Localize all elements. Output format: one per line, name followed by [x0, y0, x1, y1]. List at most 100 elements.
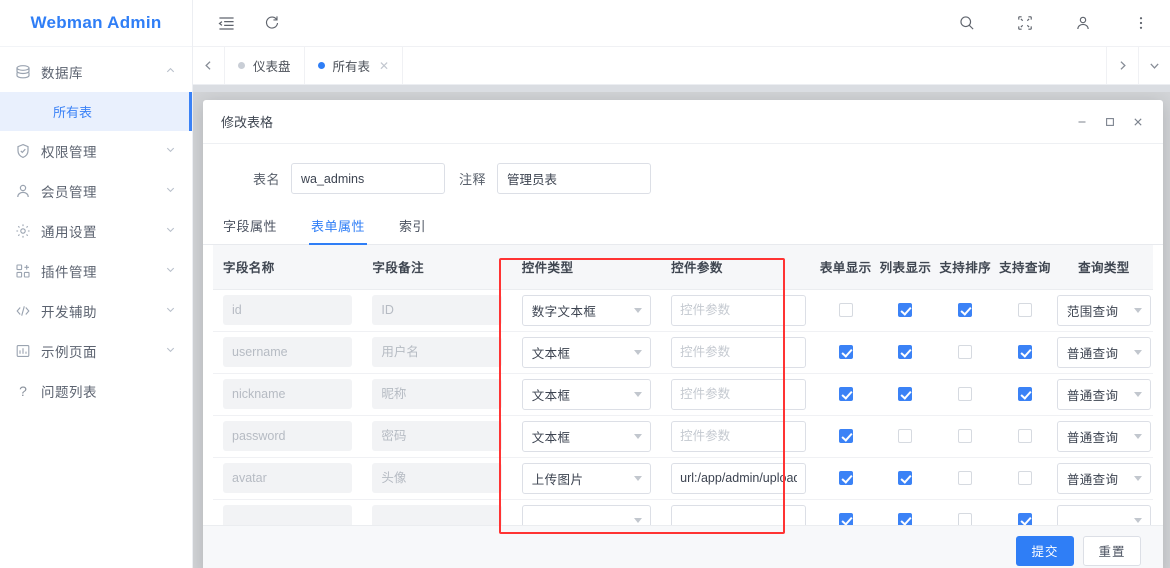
form-show-checkbox[interactable]: [838, 386, 853, 401]
maximize-icon[interactable]: [1098, 110, 1122, 134]
field-remark-input[interactable]: [372, 421, 502, 451]
query-type-select[interactable]: 普通查询: [1056, 420, 1151, 452]
field-name-input[interactable]: [223, 505, 353, 525]
comment-input[interactable]: [497, 163, 651, 194]
field-remark-input[interactable]: [372, 505, 502, 525]
form-show-checkbox[interactable]: [838, 428, 853, 443]
cell-widget-type: 文本框: [511, 415, 662, 458]
sidebar-item-permissions[interactable]: 权限管理: [0, 131, 192, 171]
widget-type-select[interactable]: 文本框: [521, 378, 652, 410]
sidebar-item-general-settings[interactable]: 通用设置: [0, 211, 192, 251]
sidebar-item-label: 插件管理: [41, 265, 97, 280]
tab-dropdown-button[interactable]: [1138, 47, 1170, 84]
list-show-checkbox[interactable]: [898, 302, 913, 317]
widget-type-select[interactable]: [521, 504, 652, 525]
cell-widget-type: 文本框: [511, 331, 662, 374]
sidebar-item-label: 权限管理: [41, 145, 97, 160]
form-show-checkbox[interactable]: [838, 512, 853, 525]
widget-type-select[interactable]: 上传图片: [521, 462, 652, 494]
tab-field-properties[interactable]: 字段属性: [223, 216, 277, 244]
chevron-down-icon: [165, 184, 176, 198]
field-remark-input[interactable]: [372, 295, 502, 325]
sidebar-item-all-tables[interactable]: 所有表: [0, 92, 192, 131]
list-show-checkbox[interactable]: [898, 470, 913, 485]
field-remark-input[interactable]: [372, 337, 502, 367]
refresh-icon[interactable]: [257, 8, 287, 38]
list-show-checkbox[interactable]: [898, 386, 913, 401]
sortable-checkbox[interactable]: [958, 386, 973, 401]
query-type-select[interactable]: 普通查询: [1056, 462, 1151, 494]
field-name-input[interactable]: [223, 337, 353, 367]
form-show-checkbox[interactable]: [838, 302, 853, 317]
tab-all-tables[interactable]: 所有表 ✕: [305, 47, 404, 84]
sortable-checkbox[interactable]: [958, 302, 973, 317]
tab-scrollbar-thumb[interactable]: [193, 85, 1170, 92]
widget-type-select[interactable]: 文本框: [521, 336, 652, 368]
search-icon[interactable]: [952, 8, 982, 38]
sidebar-item-label: 数据库: [41, 66, 83, 81]
submit-button[interactable]: 提交: [1016, 535, 1074, 566]
sortable-checkbox[interactable]: [958, 470, 973, 485]
list-show-checkbox[interactable]: [898, 428, 913, 443]
searchable-checkbox[interactable]: [1017, 512, 1032, 525]
widget-type-select[interactable]: 文本框: [521, 420, 652, 452]
widget-param-input[interactable]: [671, 504, 806, 525]
form-show-checkbox[interactable]: [838, 344, 853, 359]
sortable-checkbox[interactable]: [958, 344, 973, 359]
tab-scrollbar-track[interactable]: [193, 85, 1170, 92]
cell-widget-param: [661, 415, 816, 458]
minimize-icon[interactable]: [1070, 110, 1094, 134]
field-name-input[interactable]: [223, 421, 353, 451]
tab-scroll-left-button[interactable]: [193, 47, 225, 84]
tab-index[interactable]: 索引: [399, 216, 426, 244]
sortable-checkbox[interactable]: [958, 428, 973, 443]
query-type-select[interactable]: [1056, 504, 1151, 525]
sidebar-item-members[interactable]: 会员管理: [0, 171, 192, 211]
fullscreen-icon[interactable]: [1010, 8, 1040, 38]
dialog-title: 修改表格: [221, 115, 274, 130]
searchable-checkbox[interactable]: [1017, 344, 1032, 359]
tab-form-properties[interactable]: 表单属性: [309, 216, 368, 245]
widget-param-input[interactable]: [671, 294, 806, 326]
sortable-checkbox[interactable]: [958, 512, 973, 525]
chevron-up-icon: [165, 65, 176, 79]
field-remark-input[interactable]: [372, 379, 502, 409]
query-type-select[interactable]: 普通查询: [1056, 378, 1151, 410]
sidebar-item-plugins[interactable]: 插件管理: [0, 251, 192, 291]
widget-type-select[interactable]: 数字文本框: [521, 294, 652, 326]
close-icon[interactable]: ✕: [379, 60, 389, 72]
list-show-checkbox[interactable]: [898, 512, 913, 525]
menu-fold-icon[interactable]: [211, 8, 241, 38]
query-type-select[interactable]: 普通查询: [1056, 336, 1151, 368]
cell-field-remark: [362, 499, 512, 525]
query-type-select[interactable]: 范围查询: [1056, 294, 1151, 326]
cell-list-show: [875, 331, 936, 374]
field-table-name: 表名: [203, 163, 445, 194]
searchable-checkbox[interactable]: [1017, 386, 1032, 401]
fields-table-body: 数字文本框 范围查询: [213, 289, 1153, 525]
sidebar-item-database[interactable]: 数据库: [0, 52, 192, 92]
tab-dashboard[interactable]: 仪表盘: [225, 47, 305, 84]
form-show-checkbox[interactable]: [838, 470, 853, 485]
searchable-checkbox[interactable]: [1017, 428, 1032, 443]
sidebar-item-issue-list[interactable]: ? 问题列表: [0, 371, 192, 411]
sidebar-item-example-pages[interactable]: 示例页面: [0, 331, 192, 371]
reset-button[interactable]: 重置: [1083, 535, 1141, 566]
widget-param-input[interactable]: [671, 378, 806, 410]
close-icon[interactable]: [1126, 110, 1150, 134]
user-icon[interactable]: [1068, 8, 1098, 38]
field-remark-input[interactable]: [372, 463, 502, 493]
searchable-checkbox[interactable]: [1017, 302, 1032, 317]
table-name-input[interactable]: [291, 163, 445, 194]
widget-param-input[interactable]: [671, 462, 806, 494]
widget-param-input[interactable]: [671, 336, 806, 368]
searchable-checkbox[interactable]: [1017, 470, 1032, 485]
field-name-input[interactable]: [223, 379, 353, 409]
more-vertical-icon[interactable]: [1126, 8, 1156, 38]
sidebar-item-dev-tools[interactable]: 开发辅助: [0, 291, 192, 331]
list-show-checkbox[interactable]: [898, 344, 913, 359]
field-name-input[interactable]: [223, 295, 353, 325]
field-name-input[interactable]: [223, 463, 353, 493]
widget-param-input[interactable]: [671, 420, 806, 452]
tab-scroll-right-button[interactable]: [1106, 47, 1138, 84]
